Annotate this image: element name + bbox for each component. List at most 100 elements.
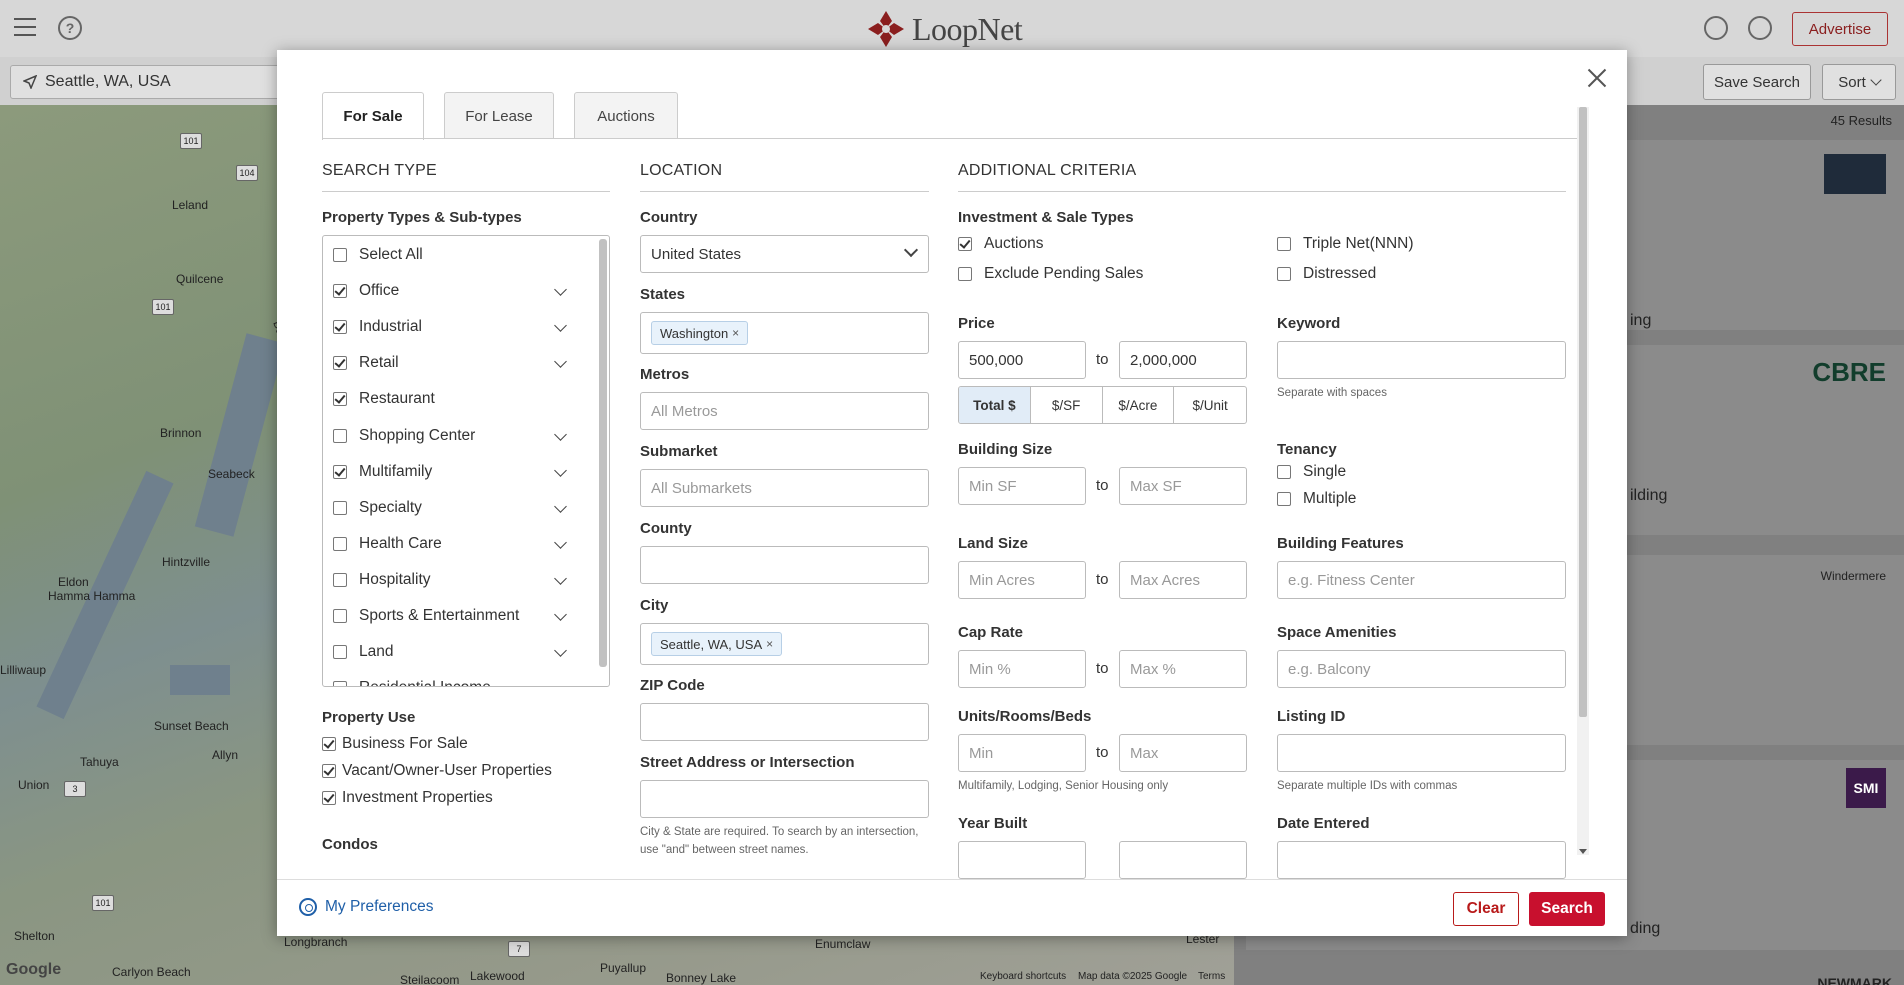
property-type-residential-income[interactable]: Residential Income (333, 679, 491, 686)
cap-rate-max-input[interactable]: Max % (1119, 650, 1247, 688)
chevron-down-icon[interactable] (554, 428, 567, 441)
price-max-input[interactable]: 2,000,000 (1119, 341, 1247, 379)
listing-id-input[interactable] (1277, 734, 1566, 772)
checkbox[interactable] (333, 681, 347, 686)
property-type-specialty[interactable]: Specialty (333, 499, 422, 517)
year-built-max-input[interactable] (1119, 841, 1247, 879)
price-unit-per-sf[interactable]: $/SF (1031, 387, 1103, 423)
building-size-max-input[interactable]: Max SF (1119, 467, 1247, 505)
states-input[interactable]: Washington × (640, 312, 929, 354)
chevron-down-icon[interactable] (554, 572, 567, 585)
property-type-retail[interactable]: Retail (333, 354, 399, 372)
my-preferences-link[interactable]: My Preferences (299, 898, 434, 916)
chevron-down-icon[interactable] (554, 283, 567, 296)
checkbox[interactable] (333, 537, 347, 551)
account-icon[interactable] (1748, 16, 1772, 40)
chevron-down-icon[interactable] (554, 319, 567, 332)
checkbox[interactable] (333, 284, 347, 298)
language-globe-icon[interactable] (1704, 16, 1728, 40)
checkbox[interactable] (333, 356, 347, 370)
clear-button[interactable]: Clear (1453, 892, 1519, 926)
chevron-down-icon[interactable] (554, 608, 567, 621)
property-type-sports-entertainment[interactable]: Sports & Entertainment (333, 607, 519, 625)
street-input[interactable] (640, 780, 929, 818)
property-use-business-for-sale[interactable]: Business For Sale (322, 735, 468, 753)
property-type-industrial[interactable]: Industrial (333, 318, 422, 336)
date-entered-input[interactable] (1277, 841, 1566, 879)
price-unit-per-unit[interactable]: $/Unit (1174, 387, 1246, 423)
property-type-multifamily[interactable]: Multifamily (333, 463, 432, 481)
tab-auctions[interactable]: Auctions (574, 92, 678, 139)
space-amenities-input[interactable]: e.g. Balcony (1277, 650, 1566, 688)
keyword-input[interactable] (1277, 341, 1566, 379)
chevron-down-icon[interactable] (554, 500, 567, 513)
sort-button[interactable]: Sort (1822, 64, 1896, 100)
land-size-min-input[interactable]: Min Acres (958, 561, 1086, 599)
metros-input[interactable]: All Metros (640, 392, 929, 430)
remove-chip-icon[interactable]: × (766, 637, 773, 651)
property-type-health-care[interactable]: Health Care (333, 535, 442, 553)
building-size-min-input[interactable]: Min SF (958, 467, 1086, 505)
remove-chip-icon[interactable]: × (732, 326, 739, 340)
zip-input[interactable] (640, 703, 929, 741)
building-features-input[interactable]: e.g. Fitness Center (1277, 561, 1566, 599)
property-type-shopping-center[interactable]: Shopping Center (333, 427, 475, 445)
property-use-investment[interactable]: Investment Properties (322, 789, 493, 807)
checkbox[interactable] (958, 267, 972, 281)
tenancy-multiple[interactable]: Multiple (1277, 490, 1356, 508)
property-types-list[interactable]: Select All Office Industrial Retail Rest… (322, 235, 610, 687)
price-unit-per-acre[interactable]: $/Acre (1103, 387, 1175, 423)
option-auctions[interactable]: Auctions (958, 235, 1043, 253)
checkbox[interactable] (1277, 465, 1291, 479)
land-size-max-input[interactable]: Max Acres (1119, 561, 1247, 599)
units-max-input[interactable]: Max (1119, 734, 1247, 772)
checkbox[interactable] (958, 237, 972, 251)
close-icon[interactable] (1585, 66, 1609, 90)
checkbox[interactable] (333, 501, 347, 515)
keyboard-shortcuts-link[interactable]: Keyboard shortcuts (980, 971, 1066, 982)
property-types-scrollbar[interactable] (599, 239, 607, 667)
property-use-vacant-owner-user[interactable]: Vacant/Owner-User Properties (322, 762, 552, 780)
checkbox[interactable] (333, 645, 347, 659)
country-select[interactable]: United States (640, 235, 929, 273)
location-search-input[interactable]: Seattle, WA, USA (10, 65, 280, 99)
option-triple-net[interactable]: Triple Net(NNN) (1277, 235, 1414, 253)
help-icon[interactable]: ? (58, 16, 82, 40)
submarket-input[interactable]: All Submarkets (640, 469, 929, 507)
tab-for-lease[interactable]: For Lease (444, 92, 554, 139)
loopnet-logo[interactable]: LoopNet (866, 8, 1023, 50)
search-button[interactable]: Search (1529, 892, 1605, 926)
checkbox[interactable] (333, 320, 347, 334)
city-input[interactable]: Seattle, WA, USA × (640, 623, 929, 665)
option-distressed[interactable]: Distressed (1277, 265, 1376, 283)
price-unit-total[interactable]: Total $ (959, 387, 1031, 423)
county-input[interactable] (640, 546, 929, 584)
option-exclude-pending-sales[interactable]: Exclude Pending Sales (958, 265, 1143, 283)
checkbox[interactable] (333, 392, 347, 406)
menu-icon[interactable] (14, 18, 36, 36)
property-type-land[interactable]: Land (333, 643, 393, 661)
save-search-button[interactable]: Save Search (1703, 64, 1811, 100)
property-type-office[interactable]: Office (333, 282, 399, 300)
tenancy-single[interactable]: Single (1277, 463, 1346, 481)
property-type-restaurant[interactable]: Restaurant (333, 390, 435, 408)
property-type-select-all[interactable]: Select All (333, 246, 423, 264)
price-min-input[interactable]: 500,000 (958, 341, 1086, 379)
checkbox[interactable] (333, 429, 347, 443)
checkbox[interactable] (333, 573, 347, 587)
tab-for-sale[interactable]: For Sale (322, 92, 424, 140)
checkbox[interactable] (333, 465, 347, 479)
units-min-input[interactable]: Min (958, 734, 1086, 772)
checkbox[interactable] (322, 764, 336, 778)
cap-rate-min-input[interactable]: Min % (958, 650, 1086, 688)
advertise-button[interactable]: Advertise (1792, 12, 1888, 46)
year-built-min-input[interactable] (958, 841, 1086, 879)
state-chip[interactable]: Washington × (651, 321, 749, 345)
checkbox[interactable] (1277, 237, 1291, 251)
chevron-down-icon[interactable] (554, 644, 567, 657)
checkbox[interactable] (1277, 267, 1291, 281)
chevron-down-icon[interactable] (554, 464, 567, 477)
city-chip[interactable]: Seattle, WA, USA × (651, 632, 783, 656)
chevron-down-icon[interactable] (554, 355, 567, 368)
property-type-hospitality[interactable]: Hospitality (333, 571, 431, 589)
